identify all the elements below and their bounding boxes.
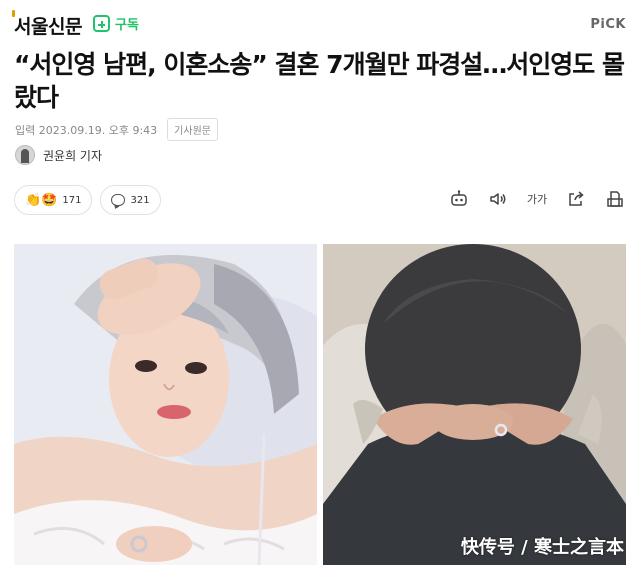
speaker-icon: [490, 193, 506, 205]
subscribe-label: 구독: [115, 18, 139, 33]
article-meta: 입력 2023.09.19. 오후 9:43 기사원문: [15, 118, 218, 141]
bride-illustration: [14, 244, 317, 565]
reporter-info[interactable]: 권윤희 기자: [15, 145, 102, 165]
bride-photo: [14, 244, 317, 565]
reporter-avatar: [15, 145, 35, 165]
font-size-button[interactable]: 가가: [526, 188, 548, 210]
article-tools: 가가: [448, 188, 626, 210]
couple-illustration: [323, 244, 626, 565]
summary-robot-button[interactable]: [448, 188, 470, 210]
date-info: 입력 2023.09.19. 오후 9:43: [15, 122, 157, 138]
top-bar: 서울신문 구독 PiCK: [0, 0, 640, 48]
input-label: 입력: [15, 123, 36, 137]
comment-count: 321: [130, 194, 150, 206]
watermark-text: 快传号 / 寒士之言本: [460, 537, 624, 558]
original-article-button[interactable]: 기사원문: [167, 118, 218, 141]
plus-icon: [93, 15, 110, 32]
comment-icon: [111, 194, 126, 206]
robot-icon: [451, 190, 467, 206]
reaction-emoji-icon: 👏🤩: [25, 192, 58, 208]
pick-badge: PiCK: [590, 17, 626, 32]
reaction-button[interactable]: 👏🤩 171: [14, 185, 93, 215]
comment-button[interactable]: 321: [100, 185, 161, 215]
reaction-count: 171: [62, 194, 82, 206]
publish-date: 2023.09.19. 오후 9:43: [38, 123, 158, 137]
article-photos: 快传号 / 寒士之言本: [14, 244, 626, 565]
print-button[interactable]: [604, 188, 626, 210]
share-button[interactable]: [565, 188, 587, 210]
couple-photo: 快传号 / 寒士之言本: [323, 244, 626, 565]
share-icon: [569, 191, 584, 206]
listen-button[interactable]: [487, 188, 509, 210]
publisher-logo[interactable]: 서울신문: [12, 10, 82, 39]
print-icon: [607, 191, 623, 207]
reaction-bar: 👏🤩 171 321: [14, 185, 161, 215]
subscribe-button[interactable]: 구독: [93, 14, 139, 33]
reporter-name: 권윤희 기자: [43, 148, 103, 163]
article-headline: “서인영 남편, 이혼소송” 결혼 7개월만 파경설…서인영도 몰랐다: [14, 50, 625, 112]
